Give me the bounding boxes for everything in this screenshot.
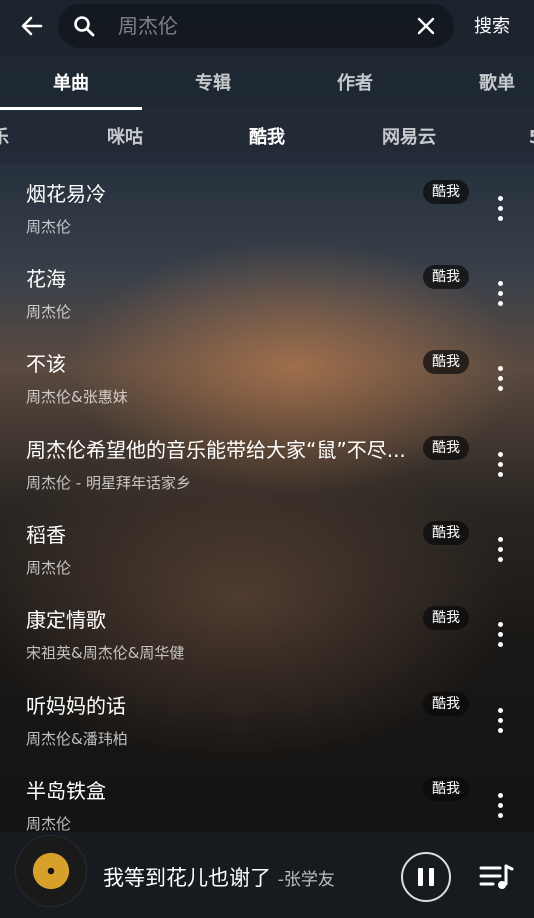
source-tabs: 乐 咪咕 酷我 网易云 5 <box>0 112 534 164</box>
source-badge: 酷我 <box>423 521 469 545</box>
song-item[interactable]: 听妈妈的话 周杰伦&潘玮柏 酷我 <box>0 690 534 775</box>
song-item[interactable]: 不该 周杰伦&张惠妹 酷我 <box>0 348 534 433</box>
more-options-button[interactable] <box>486 358 514 398</box>
song-title: 不该 <box>26 352 66 376</box>
song-artist: 周杰伦 <box>26 218 72 236</box>
tab-playlists[interactable]: 歌单 <box>426 58 534 110</box>
source-tab-partial-right[interactable]: 5 <box>520 112 534 164</box>
album-art-disc[interactable] <box>16 836 86 906</box>
song-title: 烟花易冷 <box>26 182 106 206</box>
song-artist: 周杰伦 <box>26 559 72 577</box>
song-artist: 周杰伦&潘玮柏 <box>26 730 128 748</box>
now-playing-info[interactable]: 我等到花儿也谢了 -张学友 <box>103 862 335 892</box>
mini-player[interactable]: 我等到花儿也谢了 -张学友 <box>0 832 534 918</box>
tab-albums[interactable]: 专辑 <box>142 58 284 110</box>
source-badge: 酷我 <box>423 350 469 374</box>
source-tab-partial-left[interactable]: 乐 <box>0 112 20 164</box>
song-item[interactable]: 烟花易冷 周杰伦 酷我 <box>0 178 534 263</box>
song-title: 花海 <box>26 267 66 291</box>
song-title: 周杰伦希望他的音乐能带给大家“鼠”不尽... <box>26 438 406 462</box>
search-icon <box>74 16 95 37</box>
back-button[interactable] <box>14 10 50 42</box>
active-tab-indicator <box>0 107 142 110</box>
song-item[interactable]: 康定情歌 宋祖英&周杰伦&周华健 酷我 <box>0 604 534 689</box>
song-title: 稻香 <box>26 523 66 547</box>
source-tab-kuwo[interactable]: 酷我 <box>222 112 312 164</box>
source-tab-migu[interactable]: 咪咕 <box>80 112 170 164</box>
song-artist: 周杰伦 <box>26 815 72 833</box>
source-badge: 酷我 <box>423 606 469 630</box>
playlist-icon[interactable] <box>478 862 514 892</box>
tab-songs[interactable]: 单曲 <box>0 58 142 110</box>
more-options-button[interactable] <box>486 188 514 228</box>
song-artist: 周杰伦&张惠妹 <box>26 388 128 406</box>
source-badge: 酷我 <box>423 777 469 801</box>
song-item[interactable]: 周杰伦希望他的音乐能带给大家“鼠”不尽... 周杰伦 - 明星拜年话家乡 酷我 <box>0 434 534 519</box>
pause-icon <box>418 868 423 886</box>
pause-button[interactable] <box>401 852 451 902</box>
arrow-left-icon <box>21 16 43 36</box>
now-playing-title: 我等到花儿也谢了 <box>103 866 271 890</box>
search-button[interactable]: 搜索 <box>462 12 522 38</box>
tab-artists[interactable]: 作者 <box>284 58 426 110</box>
more-options-button[interactable] <box>486 614 514 654</box>
close-icon[interactable] <box>414 14 438 38</box>
top-bar: 搜索 <box>0 0 534 56</box>
now-playing-artist: -张学友 <box>277 870 335 890</box>
source-badge: 酷我 <box>423 180 469 204</box>
result-type-tabs: 单曲 专辑 作者 歌单 <box>0 58 534 110</box>
song-title: 半岛铁盒 <box>26 779 106 803</box>
source-badge: 酷我 <box>423 265 469 289</box>
more-options-button[interactable] <box>486 529 514 569</box>
song-title: 听妈妈的话 <box>26 694 126 718</box>
source-badge: 酷我 <box>423 436 469 460</box>
song-item[interactable]: 稻香 周杰伦 酷我 <box>0 519 534 604</box>
more-options-button[interactable] <box>486 273 514 313</box>
song-title: 康定情歌 <box>26 608 106 632</box>
more-options-button[interactable] <box>486 444 514 484</box>
search-input[interactable] <box>118 4 408 48</box>
more-options-button[interactable] <box>486 700 514 740</box>
song-artist: 周杰伦 - 明星拜年话家乡 <box>26 474 191 492</box>
source-badge: 酷我 <box>423 692 469 716</box>
search-box <box>58 4 454 48</box>
song-artist: 周杰伦 <box>26 303 72 321</box>
song-artist: 宋祖英&周杰伦&周华健 <box>26 644 185 662</box>
more-options-button[interactable] <box>486 785 514 825</box>
source-tab-netease[interactable]: 网易云 <box>364 112 454 164</box>
song-item[interactable]: 花海 周杰伦 酷我 <box>0 263 534 348</box>
